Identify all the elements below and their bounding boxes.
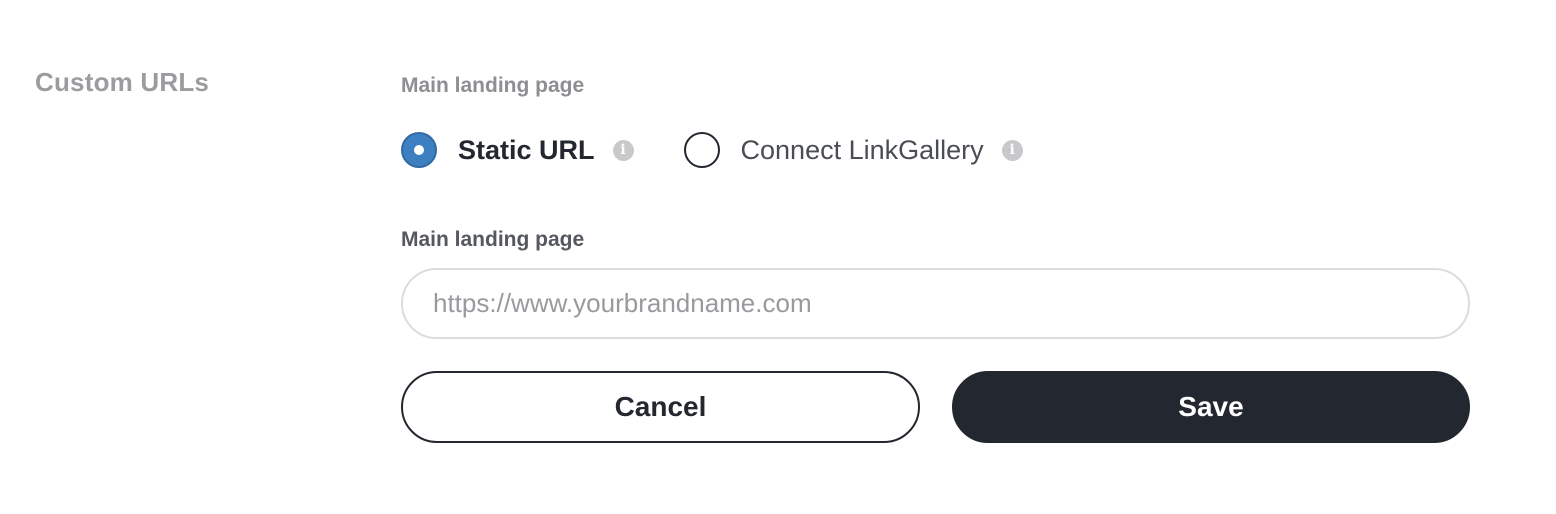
info-icon[interactable]: i — [612, 139, 634, 161]
static-url-label[interactable]: Static URL — [458, 135, 595, 166]
custom-urls-form: Main landing page Static URL i Connect L… — [401, 0, 1470, 514]
section-title: Custom URLs — [35, 67, 210, 97]
landing-type-label: Main landing page — [401, 74, 585, 97]
radio-option-connect-linkgallery[interactable]: Connect LinkGallery i — [683, 132, 1023, 168]
cancel-button[interactable]: Cancel — [401, 371, 920, 443]
url-field-label: Main landing page — [401, 228, 585, 251]
save-button[interactable]: Save — [952, 371, 1470, 443]
landing-page-url-input[interactable] — [401, 268, 1470, 339]
connect-linkgallery-radio[interactable] — [683, 132, 720, 168]
connect-linkgallery-label[interactable]: Connect LinkGallery — [741, 135, 984, 166]
static-url-radio[interactable] — [401, 132, 437, 168]
info-icon[interactable]: i — [1001, 139, 1023, 161]
radio-option-static-url[interactable]: Static URL i — [401, 132, 634, 168]
landing-type-radio-group: Static URL i Connect LinkGallery i — [401, 131, 1023, 169]
radio-checked-dot — [414, 145, 424, 155]
